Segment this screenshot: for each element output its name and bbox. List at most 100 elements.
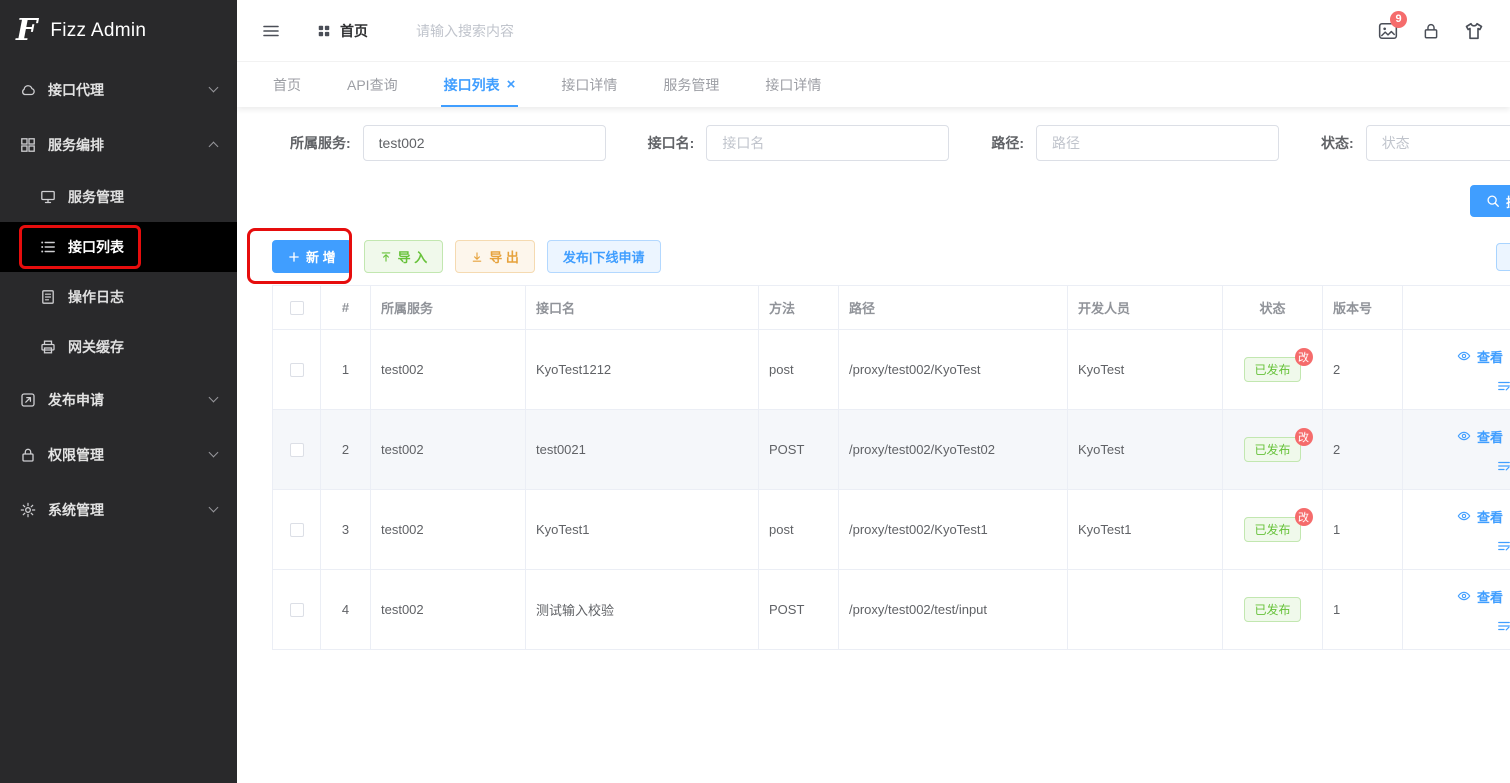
sidebar-item-label: 网关缓存: [68, 337, 237, 357]
cache-icon: [40, 339, 56, 355]
view-action[interactable]: 查看: [1457, 587, 1510, 606]
grid-icon: [20, 137, 36, 153]
breadcrumb-home[interactable]: 首页: [317, 21, 368, 41]
add-button-label: 新 增: [306, 247, 336, 266]
sidebar-item-system-management[interactable]: 系统管理: [0, 482, 237, 537]
row-index: 4: [321, 570, 371, 650]
detail-list-icon: [1497, 379, 1510, 393]
app-logo[interactable]: F Fizz Admin: [0, 0, 237, 62]
sidebar-item-label: 系统管理: [48, 500, 210, 520]
row-path: /proxy/test002/test/input: [839, 570, 1068, 650]
tab-home[interactable]: 首页: [273, 62, 301, 107]
tab-service-management[interactable]: 服务管理: [663, 62, 719, 107]
row-method: POST: [759, 410, 839, 490]
row-version: 1: [1323, 570, 1403, 650]
header-cell: 版本号: [1323, 286, 1403, 330]
sidebar-item-service-management[interactable]: 服务管理: [0, 172, 237, 222]
sidebar-item-service-orchestration[interactable]: 服务编排: [0, 117, 237, 172]
modified-badge: 改: [1295, 428, 1313, 446]
select-all-checkbox[interactable]: [290, 301, 304, 315]
chevron-down-icon: [209, 448, 219, 458]
more-action[interactable]: [1457, 459, 1510, 473]
sidebar-item-gateway-cache[interactable]: 网关缓存: [0, 322, 237, 372]
import-button-label: 导 入: [398, 247, 428, 266]
sidebar-item-label: 接口代理: [48, 80, 210, 100]
lock-button[interactable]: [1422, 22, 1440, 40]
row-checkbox[interactable]: [290, 363, 304, 377]
modified-badge: 改: [1295, 508, 1313, 526]
tab-api-query[interactable]: API查询: [347, 62, 398, 107]
header-cell: 接口名: [526, 286, 759, 330]
header-cell: 路径: [839, 286, 1068, 330]
table-row: 3test002KyoTest1post/proxy/test002/KyoTe…: [273, 490, 1510, 570]
view-action-label: 查看: [1477, 427, 1503, 446]
theme-button[interactable]: [1464, 21, 1484, 41]
row-api-name: KyoTest1212: [526, 330, 759, 410]
hamburger-menu-icon[interactable]: [262, 22, 280, 40]
status-badge: 已发布改: [1244, 357, 1300, 382]
content-area: 所属服务:接口名:路径:状态: 搜索 新 增 导 入 导 出: [237, 107, 1510, 783]
eye-icon: [1457, 589, 1471, 603]
view-action[interactable]: 查看: [1457, 347, 1510, 366]
sidebar-item-label: 权限管理: [48, 445, 210, 465]
row-path: /proxy/test002/KyoTest02: [839, 410, 1068, 490]
more-action[interactable]: [1457, 379, 1510, 393]
view-action[interactable]: 查看: [1457, 507, 1510, 526]
sidebar-item-operation-log[interactable]: 操作日志: [0, 272, 237, 322]
chevron-up-icon: [209, 142, 219, 152]
row-checkbox[interactable]: [290, 523, 304, 537]
row-service: test002: [371, 570, 526, 650]
row-developer: KyoTest: [1068, 330, 1223, 410]
tab-api-detail-1[interactable]: 接口详情: [561, 62, 617, 107]
sidebar-item-label: 发布申请: [48, 390, 210, 410]
gear-icon: [20, 502, 36, 518]
sidebar-item-label: 服务管理: [68, 187, 237, 207]
import-button[interactable]: 导 入: [364, 240, 444, 273]
tab-api-list[interactable]: 接口列表×: [444, 62, 516, 107]
view-action[interactable]: 查看: [1457, 427, 1510, 446]
row-developer: [1068, 570, 1223, 650]
filter-input-path[interactable]: [1036, 125, 1279, 161]
tab-api-detail-2[interactable]: 接口详情: [765, 62, 821, 107]
sidebar: F Fizz Admin 接口代理服务编排服务管理接口列表操作日志网关缓存发布申…: [0, 0, 237, 783]
filter-input-service[interactable]: [363, 125, 606, 161]
filter-label-status: 状态:: [1321, 133, 1354, 153]
header-search-input[interactable]: [416, 23, 666, 39]
tab-close-icon[interactable]: ×: [507, 77, 516, 92]
filter-input-status[interactable]: [1366, 125, 1510, 161]
table-row: 2test002test0021POST/proxy/test002/KyoTe…: [273, 410, 1510, 490]
export-button-label: 导 出: [489, 247, 519, 266]
row-actions-cell: 查看: [1403, 330, 1510, 410]
export-button[interactable]: 导 出: [455, 240, 535, 273]
row-status-cell: 已发布改: [1223, 330, 1323, 410]
row-select-cell: [273, 330, 321, 410]
search-button[interactable]: 搜索: [1470, 185, 1510, 217]
status-badge: 已发布改: [1244, 517, 1300, 542]
row-select-cell: [273, 410, 321, 490]
publish-offline-button[interactable]: 发布|下线申请: [547, 240, 661, 273]
toolbar-overflow-button[interactable]: [1496, 243, 1510, 271]
status-badge: 已发布改: [1244, 437, 1300, 462]
topbar-actions: 9: [1378, 21, 1484, 41]
eye-icon: [1457, 509, 1471, 523]
row-index: 3: [321, 490, 371, 570]
sidebar-item-api-list[interactable]: 接口列表: [0, 222, 237, 272]
row-version: 2: [1323, 330, 1403, 410]
sidebar-item-publish-request[interactable]: 发布申请: [0, 372, 237, 427]
header-actions-cell: [1403, 286, 1510, 330]
table-header-row: #所属服务接口名方法路径开发人员状态版本号: [273, 286, 1510, 330]
shirt-icon: [1464, 21, 1484, 41]
sidebar-item-permission-management[interactable]: 权限管理: [0, 427, 237, 482]
sidebar-item-api-proxy[interactable]: 接口代理: [0, 62, 237, 117]
more-action[interactable]: [1457, 539, 1510, 553]
detail-list-icon: [1497, 459, 1510, 473]
more-action[interactable]: [1457, 619, 1510, 633]
filter-input-api-name[interactable]: [706, 125, 949, 161]
add-button[interactable]: 新 增: [272, 240, 352, 273]
tab-label: API查询: [347, 75, 398, 95]
row-checkbox[interactable]: [290, 443, 304, 457]
row-checkbox[interactable]: [290, 603, 304, 617]
screenshot-button[interactable]: 9: [1378, 21, 1398, 41]
view-action-label: 查看: [1477, 347, 1503, 366]
view-action-label: 查看: [1477, 507, 1503, 526]
